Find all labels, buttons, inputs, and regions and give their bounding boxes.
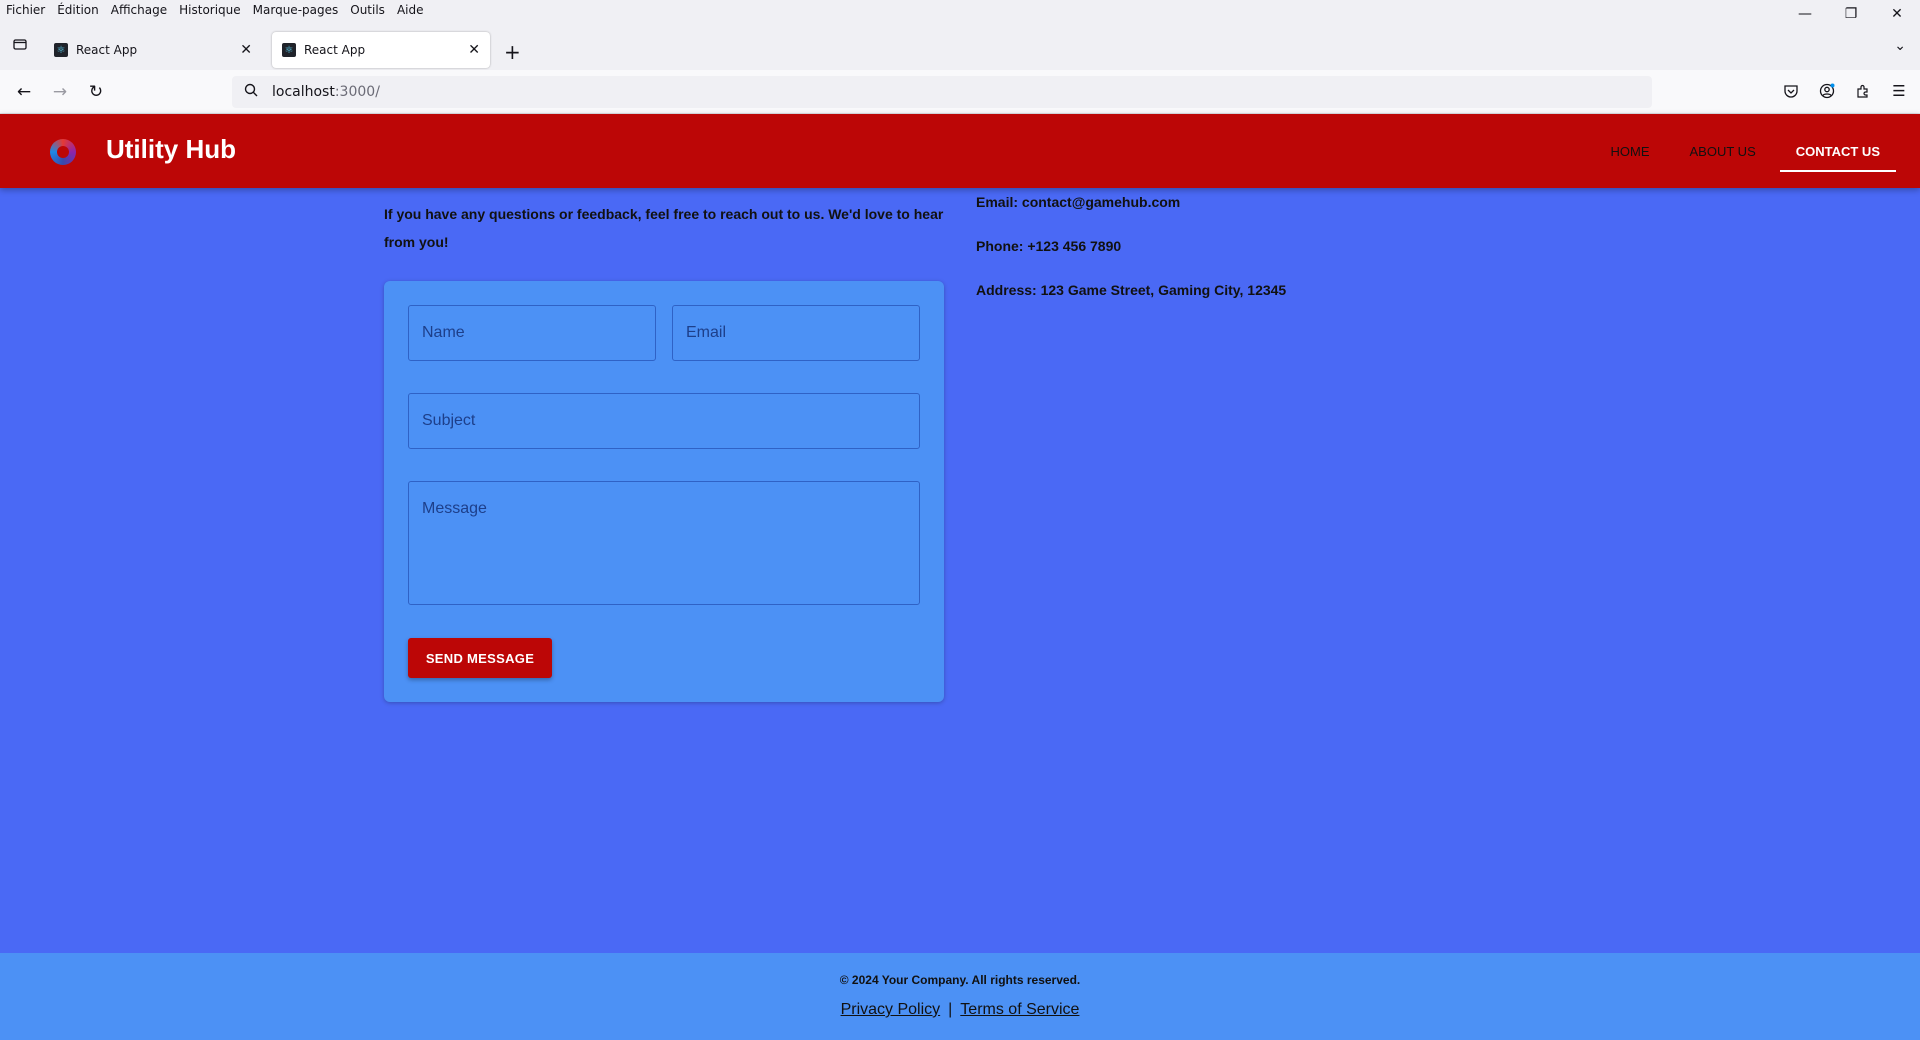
close-icon[interactable]: ✕ xyxy=(240,42,252,58)
search-icon xyxy=(244,83,258,101)
menu-bar: Fichier Édition Affichage Historique Mar… xyxy=(0,0,1920,20)
react-icon: ⚛ xyxy=(54,43,68,57)
menu-bookmarks[interactable]: Marque-pages xyxy=(253,3,339,17)
nav-contact-us[interactable]: CONTACT US xyxy=(1779,114,1897,188)
browser-toolbar: ← → ↻ localhost:3000/ ☰ xyxy=(0,70,1920,114)
url-path: :3000/ xyxy=(334,84,380,100)
message-field[interactable]: Message xyxy=(408,481,920,605)
url-host: localhost xyxy=(272,84,335,100)
subject-field[interactable]: Subject xyxy=(408,393,920,449)
menu-file[interactable]: Fichier xyxy=(6,3,45,17)
intro-text: If you have any questions or feedback, f… xyxy=(384,206,944,250)
tab-list-icon[interactable] xyxy=(8,32,32,56)
email-field[interactable]: Email xyxy=(672,305,920,361)
contact-phone: Phone: +123 456 7890 xyxy=(976,238,1122,254)
tab-bar: ⚛ React App ✕ ⚛ React App ✕ + ⌄ xyxy=(0,20,1920,70)
menu-view[interactable]: Affichage xyxy=(111,3,167,17)
chevron-down-icon[interactable]: ⌄ xyxy=(1894,38,1906,54)
contact-address: Address: 123 Game Street, Gaming City, 1… xyxy=(976,282,1287,298)
menu-edit[interactable]: Édition xyxy=(57,3,99,17)
tab-react-app-2[interactable]: ⚛ React App ✕ xyxy=(272,32,490,68)
close-icon[interactable]: ✕ xyxy=(468,42,480,58)
menu-help[interactable]: Aide xyxy=(397,3,424,17)
footer: © 2024 Your Company. All rights reserved… xyxy=(0,953,1920,1040)
nav-home[interactable]: HOME xyxy=(1595,114,1666,188)
contact-form: Name Email Subject Message SEND MESSAGE xyxy=(384,281,944,702)
new-tab-icon[interactable]: + xyxy=(504,40,521,64)
footer-separator: | xyxy=(948,1001,953,1018)
logo-icon[interactable] xyxy=(50,139,76,165)
nav-about-us[interactable]: ABOUT US xyxy=(1674,114,1772,188)
menu-tools[interactable]: Outils xyxy=(350,3,385,17)
toolbar-right: ☰ xyxy=(1780,80,1910,102)
menu-history[interactable]: Historique xyxy=(179,3,241,17)
app-header: Utility Hub HOME ABOUT US CONTACT US xyxy=(0,114,1920,188)
tab-title: React App xyxy=(76,43,138,57)
footer-links: Privacy Policy | Terms of Service xyxy=(0,1001,1920,1019)
copyright-text: © 2024 Your Company. All rights reserved… xyxy=(839,973,1081,987)
account-icon[interactable] xyxy=(1816,80,1838,102)
main-nav: HOME ABOUT US CONTACT US xyxy=(1587,114,1897,188)
url-bar[interactable]: localhost:3000/ xyxy=(232,76,1652,108)
site-title[interactable]: Utility Hub xyxy=(106,134,236,165)
react-icon: ⚛ xyxy=(282,43,296,57)
name-field[interactable]: Name xyxy=(408,305,656,361)
contact-info: Email: contact@gamehub.com Phone: +123 4… xyxy=(976,190,1286,322)
send-message-button[interactable]: SEND MESSAGE xyxy=(408,638,552,678)
back-arrow-icon[interactable]: ← xyxy=(12,80,36,104)
contact-email: Email: contact@gamehub.com xyxy=(976,194,1181,210)
privacy-policy-link[interactable]: Privacy Policy xyxy=(841,1001,941,1019)
tab-title: React App xyxy=(304,43,366,57)
hamburger-menu-icon[interactable]: ☰ xyxy=(1888,80,1910,102)
reload-icon[interactable]: ↻ xyxy=(84,80,108,104)
extensions-icon[interactable] xyxy=(1852,80,1874,102)
forward-arrow-icon[interactable]: → xyxy=(48,80,72,104)
pocket-icon[interactable] xyxy=(1780,80,1802,102)
terms-of-service-link[interactable]: Terms of Service xyxy=(960,1001,1079,1019)
tab-react-app-1[interactable]: ⚛ React App ✕ xyxy=(44,32,262,68)
